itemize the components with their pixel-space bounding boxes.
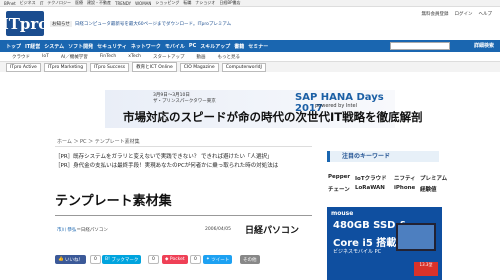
network-link[interactable]: IT bbox=[40, 1, 44, 6]
ad-brand: mouse bbox=[331, 210, 354, 217]
sister-site-link[interactable]: ITpro Active bbox=[6, 62, 41, 72]
article-title: テンプレート素材集 bbox=[55, 194, 172, 209]
advanced-search-button[interactable]: 詳細検索 bbox=[474, 42, 494, 49]
network-link[interactable]: 医療 bbox=[75, 0, 83, 6]
main-nav: トップ IT経営 システム ソフト開発 セキュリティ ネットワーク モバイル P… bbox=[0, 40, 500, 52]
nav-item[interactable]: セミナー bbox=[248, 43, 268, 50]
ad-headline: Core i5 搭載 bbox=[333, 238, 397, 249]
hatena-bookmark-button[interactable]: B! ブックマーク bbox=[102, 255, 142, 264]
pr-link[interactable]: ［PR］身代金の支払いは最終手段！実現あなたのPCが何者かに乗っ取られた時の対処… bbox=[55, 161, 278, 169]
nav-item[interactable]: PC bbox=[189, 43, 196, 49]
divider bbox=[55, 146, 312, 147]
pr-link[interactable]: ［PR］既存システムをガラリと変えないで実践できない？ できれば避けたい「人選択… bbox=[55, 152, 273, 160]
sidebar-ad[interactable]: mouse 480GB SSD & Core i5 搭載 ビジネスモバイル PC… bbox=[327, 207, 442, 280]
nav-item[interactable]: 書籍 bbox=[234, 43, 244, 50]
hatena-count: 0 bbox=[148, 255, 159, 264]
keywords-heading: 注目のキーワード bbox=[327, 151, 439, 162]
banner-venue: ザ・プリンスパークタワー東京 bbox=[153, 99, 216, 104]
keyword-link[interactable]: ニフティ bbox=[394, 174, 416, 182]
nav-item[interactable]: セキュリティ bbox=[97, 43, 127, 50]
network-link[interactable]: 建設・不動産 bbox=[87, 0, 111, 6]
site-logo[interactable]: ITpro bbox=[2, 11, 48, 36]
sister-site-link[interactable]: ITpro Success bbox=[90, 62, 130, 72]
pocket-count: 0 bbox=[190, 255, 201, 264]
article-date: 2006/04/05 bbox=[205, 227, 231, 232]
article-author: 市川 恭弘＝日経パソコン bbox=[57, 227, 108, 233]
more-share-button[interactable]: その他 bbox=[240, 255, 260, 264]
pocket-button[interactable]: ◆ Pocket bbox=[162, 255, 188, 264]
tweet-button[interactable]: ✦ ツイート bbox=[203, 255, 233, 264]
network-link[interactable]: ナショジオ bbox=[195, 0, 215, 6]
ad-subline: ビジネスモバイル PC bbox=[333, 249, 382, 255]
like-label: いいね！ bbox=[65, 257, 84, 263]
bookmark-icon: B! bbox=[105, 257, 110, 262]
keyword-link[interactable]: iPhone bbox=[394, 185, 415, 191]
topic-link[interactable]: IoT bbox=[42, 54, 49, 59]
network-link[interactable]: テクノロジー bbox=[47, 0, 71, 6]
login-link[interactable]: ログイン bbox=[455, 11, 473, 17]
topic-link[interactable]: AI／機械学習 bbox=[61, 54, 88, 60]
keyword-link[interactable]: LoRaWAN bbox=[355, 185, 385, 191]
site-header: ITpro お知らせ 日経コンピュータ最新号を最大60ページまでダウンロード。I… bbox=[0, 7, 500, 40]
network-link[interactable]: BPnet bbox=[4, 1, 16, 6]
notice-link[interactable]: 日経コンピュータ最新号を最大60ページまでダウンロード。ITproプレミアム bbox=[75, 21, 231, 27]
topic-link[interactable]: スタートアップ bbox=[153, 54, 185, 60]
topic-link[interactable]: もっと見る bbox=[217, 54, 240, 60]
facebook-like-button[interactable]: 👍 いいね！ bbox=[55, 255, 87, 264]
topic-link[interactable]: FinTech bbox=[100, 54, 116, 59]
author-link[interactable]: 市川 恭弘 bbox=[57, 228, 76, 233]
network-link[interactable]: ビジネス bbox=[20, 0, 36, 6]
topic-link[interactable]: xTech bbox=[128, 54, 141, 59]
register-link[interactable]: 無料会員登録 bbox=[422, 11, 449, 17]
network-link[interactable]: WOMAN bbox=[135, 1, 151, 6]
twitter-bird-icon: ✦ bbox=[206, 257, 210, 262]
keyword-link[interactable]: IoTクラウド bbox=[355, 174, 387, 182]
publisher-text: ＝日経パソコン bbox=[76, 228, 108, 233]
sister-site-link[interactable]: ComputerworldJ bbox=[221, 62, 266, 72]
like-count: 0 bbox=[90, 255, 101, 264]
ad-price-badge: 13.3型 bbox=[414, 262, 438, 276]
notice-area: お知らせ 日経コンピュータ最新号を最大60ページまでダウンロード。ITproプレ… bbox=[50, 20, 231, 27]
topic-nav: クラウド IoT AI／機械学習 FinTech xTech スタートアップ 動… bbox=[0, 52, 500, 62]
sister-sites-bar: ITpro Active ITpro Marketing ITpro Succe… bbox=[0, 62, 500, 72]
network-bar: BPnet ビジネス IT テクノロジー 医療 建設・不動産 TRENDY WO… bbox=[0, 0, 500, 7]
network-link[interactable]: TRENDY bbox=[115, 1, 131, 6]
thumbs-up-icon: 👍 bbox=[58, 257, 64, 262]
search-input[interactable] bbox=[390, 42, 450, 50]
nav-item[interactable]: スキルアップ bbox=[200, 43, 230, 50]
nav-item[interactable]: ネットワーク bbox=[131, 43, 161, 50]
laptop-image bbox=[396, 223, 436, 251]
nav-item[interactable]: IT経営 bbox=[25, 43, 40, 50]
title-underline bbox=[55, 215, 312, 216]
topic-link[interactable]: 動画 bbox=[196, 54, 205, 60]
help-link[interactable]: ヘルプ bbox=[479, 11, 493, 17]
sister-site-link[interactable]: ITpro Marketing bbox=[43, 62, 88, 72]
network-link[interactable]: 日経BP書店 bbox=[219, 0, 240, 6]
member-links: 無料会員登録 ログイン ヘルプ bbox=[422, 11, 493, 17]
keyword-link[interactable]: チェーン bbox=[328, 185, 350, 193]
keyword-link[interactable]: 経験値 bbox=[420, 185, 437, 193]
banner-slogan: 市場対応のスピードが命の時代の次世代IT戦略を徹底解剖 bbox=[123, 110, 423, 124]
keyword-link[interactable]: Pepper bbox=[328, 174, 350, 180]
nav-item[interactable]: システム bbox=[44, 43, 64, 50]
topic-link[interactable]: クラウド bbox=[12, 54, 30, 60]
network-link[interactable]: ショッピング bbox=[155, 0, 179, 6]
pocket-label: Pocket bbox=[169, 257, 185, 262]
nav-item[interactable]: ソフト開発 bbox=[68, 43, 93, 50]
publisher-logo: 日経パソコン bbox=[245, 226, 300, 236]
event-banner[interactable]: 3月9日～3月10日 ザ・プリンスパークタワー東京 SAP HANA Days … bbox=[105, 90, 423, 128]
network-link[interactable]: 転職 bbox=[183, 0, 191, 6]
sister-site-link[interactable]: 教育とICT Online bbox=[132, 62, 177, 72]
tweet-label: ツイート bbox=[211, 257, 230, 263]
pocket-icon: ◆ bbox=[165, 257, 169, 262]
hatena-label: ブックマーク bbox=[111, 257, 139, 263]
more-label: その他 bbox=[243, 257, 257, 263]
nav-item[interactable]: モバイル bbox=[165, 43, 185, 50]
breadcrumb[interactable]: ホーム ＞ PC ＞ テンプレート素材集 bbox=[57, 138, 140, 145]
nav-item[interactable]: トップ bbox=[6, 43, 21, 50]
notice-label: お知らせ bbox=[50, 20, 72, 27]
sister-site-link[interactable]: CIO Magazine bbox=[179, 62, 219, 72]
keyword-link[interactable]: プレミアム bbox=[420, 174, 447, 182]
